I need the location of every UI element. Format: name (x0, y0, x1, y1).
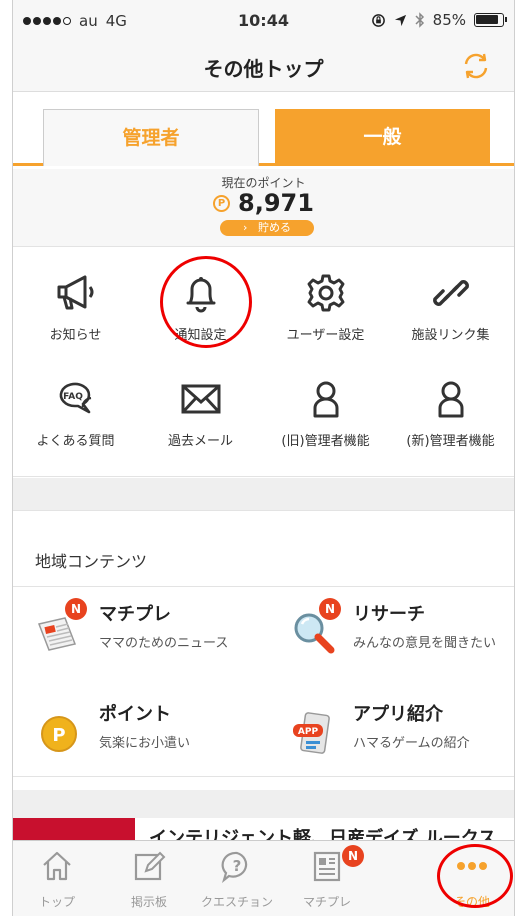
app-icon-text: APP (298, 727, 319, 737)
tab-admin[interactable]: 管理者 (43, 109, 259, 166)
divider (13, 776, 514, 777)
ad-image (13, 818, 135, 840)
chevron-right-icon: › (243, 221, 248, 234)
content-item-app-intro[interactable]: APP アプリ紹介 ハマるゲームの紹介 (267, 700, 507, 780)
menu-item-facility-links[interactable]: 施設リンク集 (388, 270, 513, 343)
menu-item-faq[interactable]: FAQ よくある質問 (13, 376, 138, 449)
new-badge: N (65, 598, 87, 620)
content-item-machipre[interactable]: N マチプレ ママのためのニュース (13, 598, 253, 680)
content-name: リサーチ (353, 604, 425, 625)
annotation-circle (437, 844, 513, 908)
content-desc: みんなの意見を聞きたい (353, 636, 497, 651)
content-name: ポイント (99, 704, 171, 725)
page-title: その他トップ (203, 57, 324, 81)
menu-label: 過去メール (167, 434, 233, 449)
section-spacer (13, 790, 514, 818)
location-arrow-icon (394, 14, 406, 26)
menu-label: よくある質問 (36, 434, 115, 449)
segment-tabs: 管理者 一般 (13, 92, 514, 166)
link-icon (432, 280, 469, 306)
menu-grid: お知らせ 通知設定 ユーザー設定 施設リンク集 FAQ よくある質問 過去メール… (13, 248, 514, 477)
app-frame: au 4G 10:44 85% その他トップ 管理者 一般 現在のポイント P (12, 0, 515, 916)
section-spacer (13, 478, 514, 511)
tabbar-item-board[interactable]: 掲示板 (105, 849, 193, 910)
content-desc: ママのためのニュース (99, 636, 229, 651)
person-icon (313, 381, 338, 418)
content-name: マチプレ (99, 604, 171, 625)
tab-general[interactable]: 一般 (275, 109, 490, 166)
bluetooth-icon (415, 12, 424, 28)
menu-item-past-mail[interactable]: 過去メール (138, 376, 263, 449)
board-icon (134, 851, 166, 881)
svg-text:?: ? (233, 857, 242, 875)
new-badge: N (319, 598, 341, 620)
tabbar-item-machipre[interactable]: N マチプレ (283, 845, 371, 910)
app-icon: APP (293, 712, 330, 754)
battery-percent: 85% (432, 11, 466, 29)
person-icon (438, 381, 463, 418)
tabbar-label: マチプレ (302, 895, 351, 909)
menu-label: (新)管理者機能 (406, 434, 495, 449)
ad-banner[interactable]: インテリジェント軽、日産デイズ ルークス (13, 818, 514, 840)
content-item-points[interactable]: P ポイント 気楽にお小遣い (13, 700, 253, 780)
points-value: 8,971 (238, 189, 314, 217)
menu-item-new-admin[interactable]: (新)管理者機能 (388, 376, 513, 449)
faq-icon-text: FAQ (63, 392, 83, 402)
megaphone-icon (57, 275, 93, 310)
menu-label: (旧)管理者機能 (281, 434, 370, 449)
tabbar-label: トップ (38, 895, 75, 909)
tabbar-label: クエスチョン (200, 895, 273, 909)
new-badge: N (342, 845, 364, 867)
gear-icon (307, 274, 344, 312)
content-desc: 気楽にお小遣い (99, 736, 191, 751)
menu-item-notices[interactable]: お知らせ (13, 270, 138, 343)
tabbar-item-question[interactable]: ? クエスチョン (193, 849, 281, 910)
save-points-button[interactable]: › 貯める (220, 220, 314, 236)
news-icon (313, 851, 341, 882)
point-coin-icon: P (213, 194, 231, 212)
content-desc: ハマるゲームの紹介 (353, 736, 470, 751)
faq-icon: FAQ (59, 382, 91, 414)
point-coin-icon: P (41, 716, 77, 752)
menu-item-old-admin[interactable]: (旧)管理者機能 (263, 376, 388, 449)
navigation-bar: その他トップ (13, 40, 514, 92)
battery-icon (474, 13, 507, 27)
envelope-icon (181, 384, 220, 414)
section-title: 地域コンテンツ (35, 552, 148, 571)
divider (13, 586, 514, 587)
question-icon: ? (221, 851, 248, 884)
content-name: アプリ紹介 (353, 704, 443, 725)
status-bar: au 4G 10:44 85% (13, 0, 514, 40)
content-item-research[interactable]: N リサーチ みんなの意見を聞きたい (267, 598, 507, 680)
menu-label: 施設リンク集 (411, 328, 490, 343)
point-coin-letter: P (52, 725, 65, 746)
tabbar-item-top[interactable]: トップ (13, 849, 101, 910)
save-points-label: 貯める (257, 221, 291, 234)
menu-label: お知らせ (49, 328, 102, 343)
menu-item-user-settings[interactable]: ユーザー設定 (263, 270, 388, 343)
menu-label: ユーザー設定 (286, 328, 365, 343)
ad-text: インテリジェント軽、日産デイズ ルークス (149, 828, 497, 840)
tabbar-label: 掲示板 (130, 895, 167, 909)
refresh-icon[interactable] (460, 50, 492, 82)
points-panel: 現在のポイント P 8,971 › 貯める (13, 169, 514, 247)
rotation-lock-icon (371, 13, 385, 27)
home-icon (43, 851, 71, 881)
annotation-circle (160, 256, 252, 348)
